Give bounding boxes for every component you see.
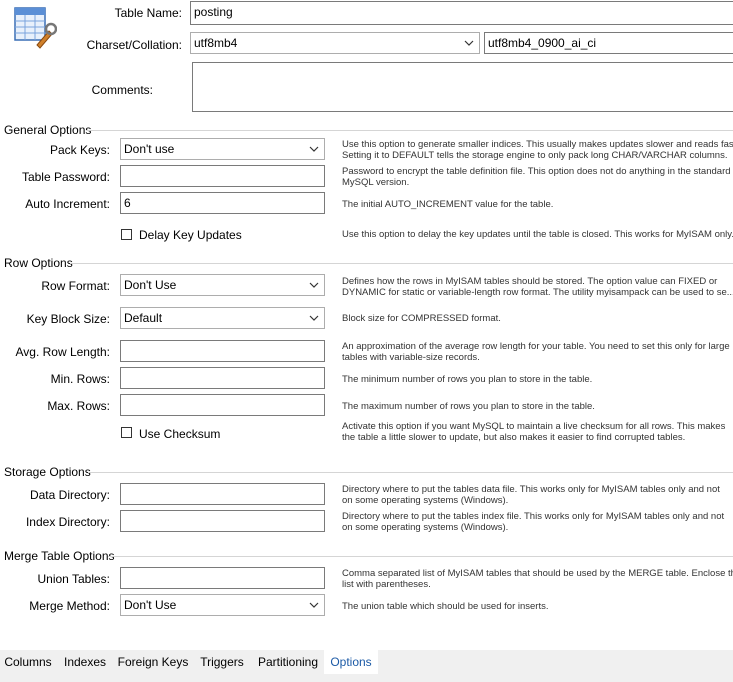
general-options-group: General Options [0, 123, 733, 137]
data-directory-desc-1: Directory where to put the tables data f… [342, 484, 720, 495]
storage-options-group: Storage Options [0, 465, 733, 479]
row-format-select[interactable]: Don't Use [120, 274, 325, 296]
union-tables-desc-2: list with parentheses. [342, 579, 431, 590]
charset-value: utf8mb4 [194, 36, 238, 50]
chevron-down-icon [309, 146, 319, 152]
pack-keys-desc-2: Setting it to DEFAULT tells the storage … [342, 150, 728, 161]
editor-tab-bar: Columns Indexes Foreign Keys Triggers Pa… [0, 650, 733, 682]
index-directory-input[interactable] [120, 510, 325, 532]
merge-method-select[interactable]: Don't Use [120, 594, 325, 616]
table-password-label: Table Password: [21, 170, 110, 184]
delay-key-updates-checkbox[interactable] [121, 229, 132, 240]
merge-options-title: Merge Table Options [4, 549, 119, 563]
row-format-value: Don't Use [124, 278, 177, 292]
min-rows-desc: The minimum number of rows you plan to s… [342, 374, 593, 385]
avg-row-length-label: Avg. Row Length: [15, 345, 110, 359]
use-checksum-label[interactable]: Use Checksum [139, 427, 220, 441]
auto-increment-label: Auto Increment: [25, 197, 110, 211]
max-rows-input[interactable] [120, 394, 325, 416]
union-tables-input[interactable] [120, 567, 325, 589]
tab-indexes[interactable]: Indexes [58, 650, 112, 674]
index-directory-desc-2: on some operating systems (Windows). [342, 522, 509, 533]
pack-keys-select[interactable]: Don't use [120, 138, 325, 160]
table-password-desc-2: MySQL version. [342, 177, 410, 188]
row-options-title: Row Options [4, 256, 77, 270]
auto-increment-input[interactable]: 6 [120, 192, 325, 214]
merge-method-value: Don't Use [124, 598, 177, 612]
pack-keys-desc-1: Use this option to generate smaller indi… [342, 139, 733, 150]
row-options-group: Row Options [0, 256, 733, 270]
comments-label: Comments: [91, 83, 153, 97]
charset-select[interactable]: utf8mb4 [190, 32, 480, 54]
delay-key-updates-desc: Use this option to delay the key updates… [342, 229, 733, 240]
chevron-down-icon [309, 315, 319, 321]
merge-method-desc: The union table which should be used for… [342, 601, 549, 612]
index-directory-label: Index Directory: [25, 515, 110, 529]
pack-keys-label: Pack Keys: [49, 143, 110, 157]
delay-key-updates-label[interactable]: Delay Key Updates [139, 228, 242, 242]
max-rows-label: Max. Rows: [47, 399, 110, 413]
tab-columns[interactable]: Columns [0, 650, 56, 674]
table-password-desc-1: Password to encrypt the table definition… [342, 166, 731, 177]
key-block-size-select[interactable]: Default [120, 307, 325, 329]
avg-row-length-desc-2: tables with variable-size records. [342, 352, 480, 363]
row-format-desc-1: Defines how the rows in MyISAM tables sh… [342, 276, 718, 287]
use-checksum-desc-2: the table a little slower to update, but… [342, 432, 686, 443]
data-directory-label: Data Directory: [29, 488, 110, 502]
min-rows-label: Min. Rows: [50, 372, 110, 386]
chevron-down-icon [309, 602, 319, 608]
avg-row-length-input[interactable] [120, 340, 325, 362]
table-wrench-icon [13, 5, 58, 49]
chevron-down-icon [464, 40, 474, 46]
collation-select[interactable]: utf8mb4_0900_ai_ci [484, 32, 733, 54]
key-block-size-label: Key Block Size: [26, 312, 110, 326]
use-checksum-checkbox[interactable] [121, 427, 132, 438]
row-format-desc-2: DYNAMIC for static or variable-length ro… [342, 287, 733, 298]
tab-options[interactable]: Options [324, 650, 378, 674]
charset-collation-label: Charset/Collation: [86, 38, 182, 52]
pack-keys-value: Don't use [124, 142, 175, 156]
min-rows-input[interactable] [120, 367, 325, 389]
general-options-title: General Options [4, 123, 96, 137]
tab-partitioning[interactable]: Partitioning [252, 650, 324, 674]
union-tables-label: Union Tables: [37, 572, 111, 586]
tab-foreign-keys[interactable]: Foreign Keys [114, 650, 192, 674]
avg-row-length-desc-1: An approximation of the average row leng… [342, 341, 730, 352]
key-block-size-desc: Block size for COMPRESSED format. [342, 313, 501, 324]
table-password-input[interactable] [120, 165, 325, 187]
storage-options-title: Storage Options [4, 465, 95, 479]
merge-options-group: Merge Table Options [0, 549, 733, 563]
chevron-down-icon [309, 282, 319, 288]
merge-method-label: Merge Method: [29, 599, 110, 613]
max-rows-desc: The maximum number of rows you plan to s… [342, 401, 595, 412]
use-checksum-desc-1: Activate this option if you want MySQL t… [342, 421, 726, 432]
data-directory-desc-2: on some operating systems (Windows). [342, 495, 509, 506]
comments-textarea[interactable] [192, 62, 733, 112]
key-block-size-value: Default [124, 311, 163, 325]
auto-increment-desc: The initial AUTO_INCREMENT value for the… [342, 199, 554, 210]
table-name-label: Table Name: [114, 6, 182, 20]
index-directory-desc-1: Directory where to put the tables index … [342, 511, 725, 522]
data-directory-input[interactable] [120, 483, 325, 505]
table-name-input[interactable]: posting [190, 1, 733, 25]
union-tables-desc-1: Comma separated list of MyISAM tables th… [342, 568, 733, 579]
row-format-label: Row Format: [41, 279, 110, 293]
tab-triggers[interactable]: Triggers [194, 650, 250, 674]
